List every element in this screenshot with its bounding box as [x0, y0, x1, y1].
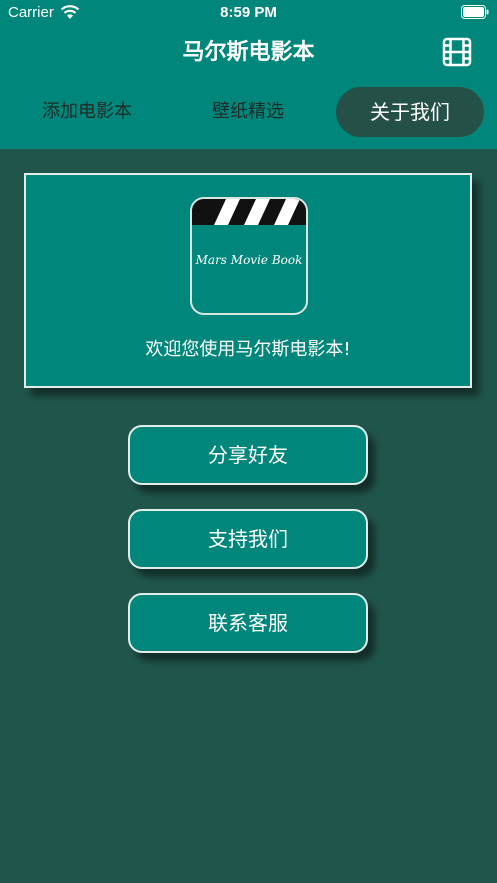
- battery-icon: [461, 5, 489, 19]
- about-card: Mars Movie Book 欢迎您使用马尔斯电影本!: [24, 173, 472, 388]
- clapperboard-icon: [192, 199, 306, 225]
- tab-bar: 添加电影本 壁纸精选 关于我们: [0, 78, 497, 149]
- app-logo: Mars Movie Book: [190, 197, 308, 315]
- logo-text: Mars Movie Book: [195, 253, 303, 267]
- support-us-button[interactable]: 支持我们: [128, 509, 368, 569]
- film-icon[interactable]: [442, 37, 472, 67]
- tab-add-movie-book[interactable]: 添加电影本: [13, 87, 161, 137]
- share-friends-button[interactable]: 分享好友: [128, 425, 368, 485]
- page-title: 马尔斯电影本: [182, 40, 315, 65]
- status-bar: Carrier 8:59 PM: [0, 0, 497, 26]
- welcome-message: 欢迎您使用马尔斯电影本!: [145, 339, 351, 360]
- navigation-bar: 马尔斯电影本: [0, 26, 497, 78]
- tab-wallpapers[interactable]: 壁纸精选: [174, 87, 322, 137]
- tab-about-us[interactable]: 关于我们: [336, 87, 484, 137]
- contact-service-button[interactable]: 联系客服: [128, 593, 368, 653]
- clock: 8:59 PM: [220, 4, 277, 21]
